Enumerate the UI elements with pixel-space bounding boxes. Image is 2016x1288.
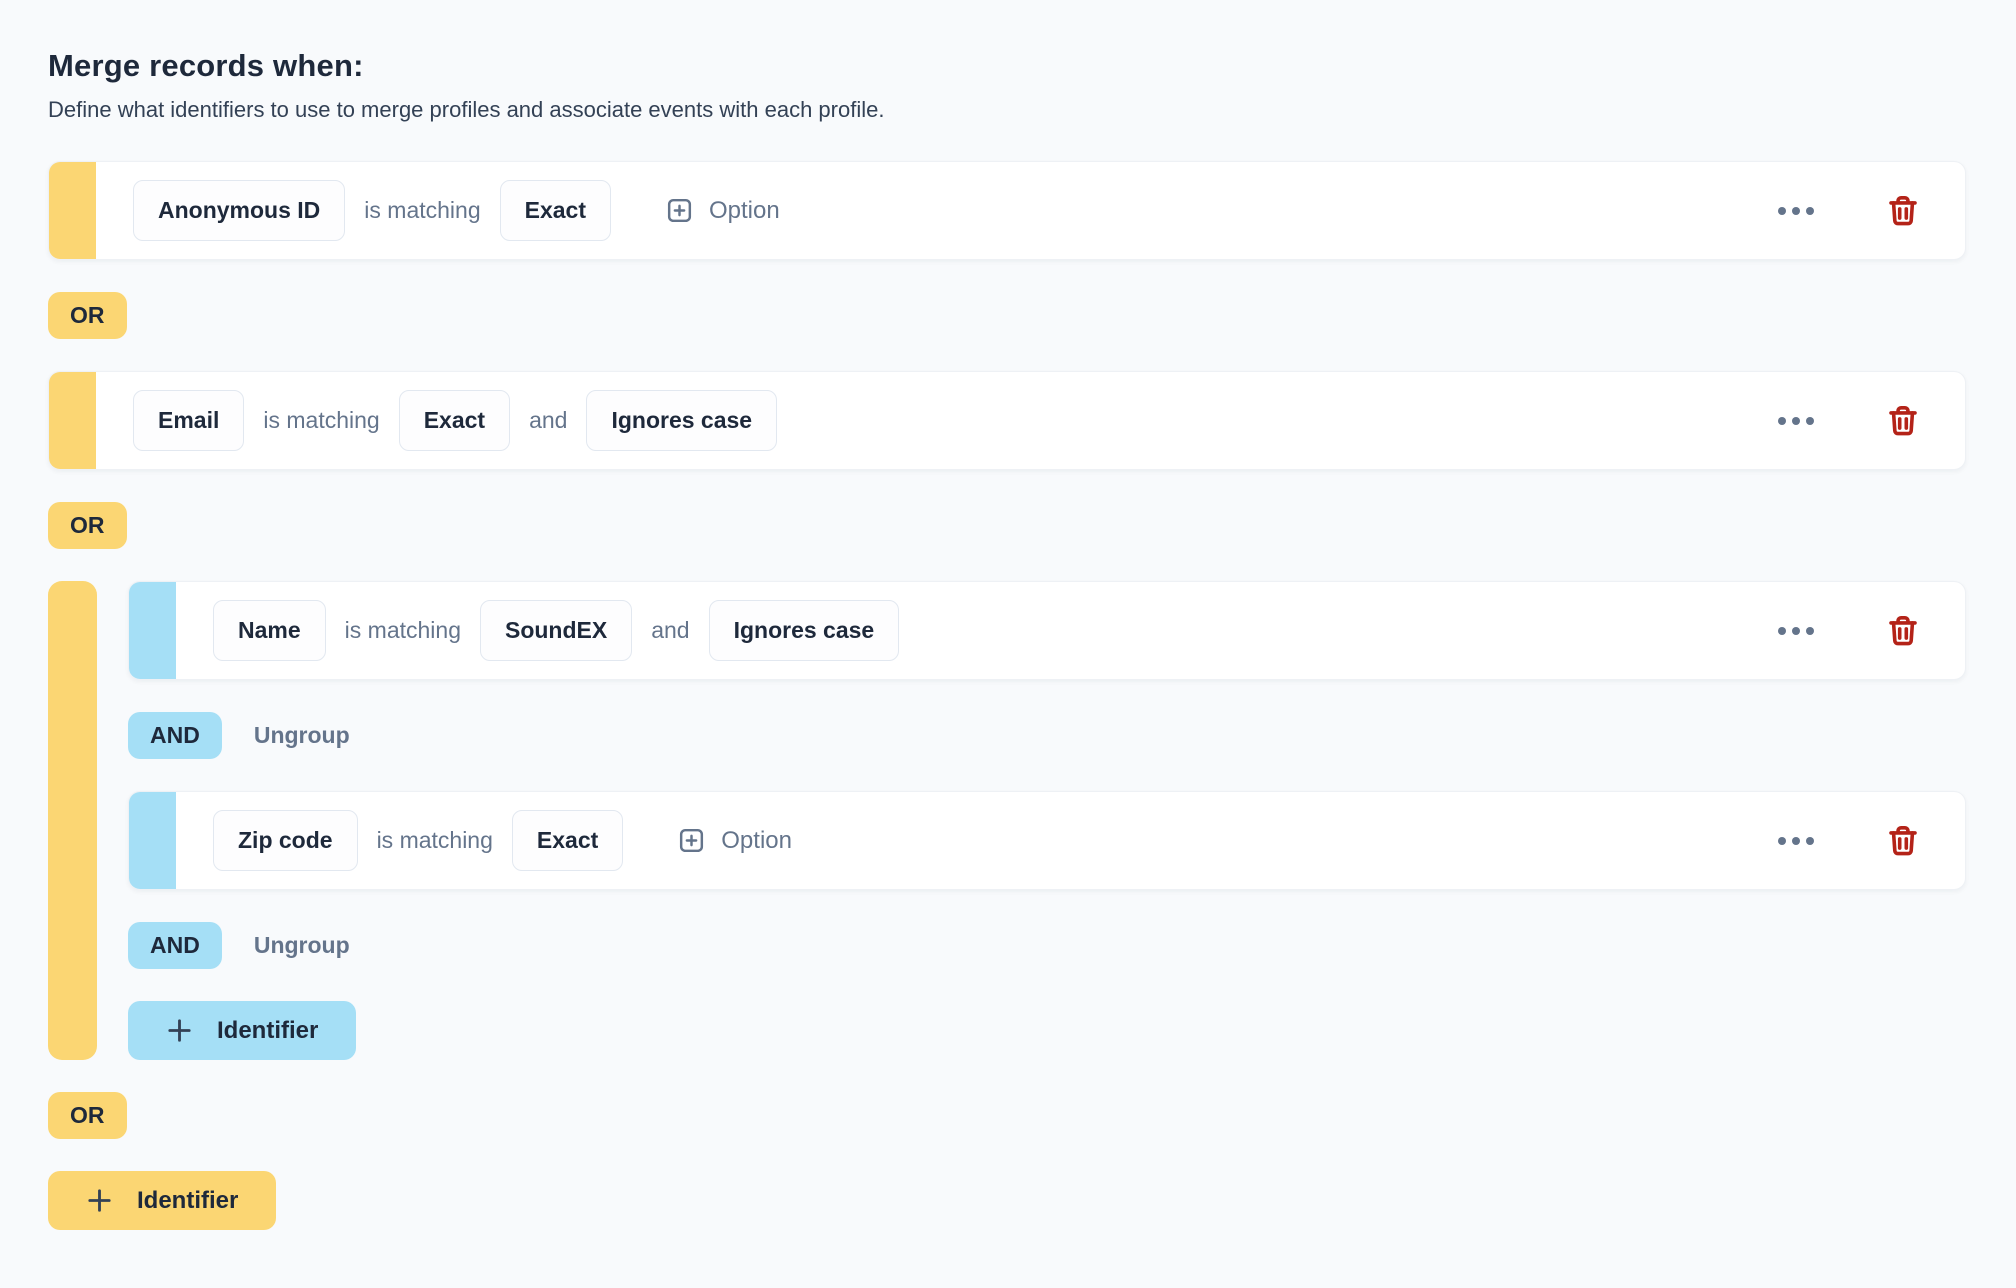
rule-body: Anonymous ID is matching Exact Option	[96, 162, 1965, 259]
add-option-label: Option	[709, 197, 780, 225]
modifier-chip[interactable]: Ignores case	[709, 600, 900, 661]
and-connector-badge[interactable]: AND	[128, 712, 222, 759]
and-connector-row: AND Ungroup	[128, 712, 350, 759]
plus-square-icon	[676, 825, 707, 856]
rule-body: Name is matching SoundEX and Ignores cas…	[176, 582, 1965, 679]
rule-builder: Anonymous ID is matching Exact Option	[48, 161, 1966, 1230]
conjunction-label: and	[651, 617, 689, 644]
rule-group: Name is matching SoundEX and Ignores cas…	[48, 581, 1966, 1060]
more-options-icon	[1778, 207, 1786, 215]
group-accent-bar	[48, 581, 97, 1060]
rule-accent-bar	[129, 792, 176, 889]
add-option-label: Option	[721, 827, 792, 855]
ungroup-button[interactable]: Ungroup	[254, 722, 350, 749]
group-content: Name is matching SoundEX and Ignores cas…	[128, 581, 1966, 1060]
more-options-icon	[1778, 417, 1786, 425]
and-connector-badge[interactable]: AND	[128, 922, 222, 969]
trash-icon	[1885, 823, 1921, 859]
rule-accent-bar	[49, 372, 96, 469]
delete-rule-button[interactable]	[1885, 823, 1921, 859]
rule-row-email: Email is matching Exact and Ignores case	[48, 371, 1966, 470]
trash-icon	[1885, 613, 1921, 649]
page-subtitle: Define what identifiers to use to merge …	[48, 97, 1966, 123]
or-connector-badge[interactable]: OR	[48, 292, 127, 339]
rule-row-zip-code: Zip code is matching Exact Option	[128, 791, 1966, 890]
rule-row-name: Name is matching SoundEX and Ignores cas…	[128, 581, 1966, 680]
rule-body: Zip code is matching Exact Option	[176, 792, 1965, 889]
rule-body: Email is matching Exact and Ignores case	[96, 372, 1965, 469]
delete-rule-button[interactable]	[1885, 193, 1921, 229]
add-identifier-in-group-button[interactable]: Identifier	[128, 1001, 356, 1060]
operator-label: is matching	[377, 827, 493, 854]
add-option-button[interactable]: Option	[676, 825, 792, 856]
add-identifier-label: Identifier	[217, 1017, 318, 1045]
more-options-button[interactable]	[1770, 829, 1822, 853]
identifier-chip[interactable]: Name	[213, 600, 326, 661]
conjunction-label: and	[529, 407, 567, 434]
or-connector-badge[interactable]: OR	[48, 502, 127, 549]
merge-settings-page: Merge records when: Define what identifi…	[0, 0, 2016, 1230]
trash-icon	[1885, 193, 1921, 229]
identifier-chip[interactable]: Email	[133, 390, 244, 451]
operator-label: is matching	[263, 407, 379, 434]
add-option-button[interactable]: Option	[664, 195, 780, 226]
rule-accent-bar	[129, 582, 176, 679]
delete-rule-button[interactable]	[1885, 613, 1921, 649]
match-type-chip[interactable]: Exact	[500, 180, 611, 241]
add-identifier-label: Identifier	[137, 1187, 238, 1215]
ungroup-button[interactable]: Ungroup	[254, 932, 350, 959]
identifier-chip[interactable]: Zip code	[213, 810, 358, 871]
modifier-chip[interactable]: Ignores case	[586, 390, 777, 451]
identifier-chip[interactable]: Anonymous ID	[133, 180, 345, 241]
match-type-chip[interactable]: SoundEX	[480, 600, 632, 661]
and-connector-row: AND Ungroup	[128, 922, 350, 969]
more-options-icon	[1778, 837, 1786, 845]
or-connector-badge[interactable]: OR	[48, 1092, 127, 1139]
operator-label: is matching	[345, 617, 461, 644]
plus-square-icon	[664, 195, 695, 226]
more-options-button[interactable]	[1770, 409, 1822, 433]
plus-icon	[84, 1185, 115, 1216]
more-options-button[interactable]	[1770, 619, 1822, 643]
more-options-button[interactable]	[1770, 199, 1822, 223]
page-title: Merge records when:	[48, 48, 1966, 84]
trash-icon	[1885, 403, 1921, 439]
match-type-chip[interactable]: Exact	[399, 390, 510, 451]
operator-label: is matching	[364, 197, 480, 224]
add-identifier-button[interactable]: Identifier	[48, 1171, 276, 1230]
plus-icon	[164, 1015, 195, 1046]
match-type-chip[interactable]: Exact	[512, 810, 623, 871]
delete-rule-button[interactable]	[1885, 403, 1921, 439]
rule-accent-bar	[49, 162, 96, 259]
rule-row-anonymous-id: Anonymous ID is matching Exact Option	[48, 161, 1966, 260]
more-options-icon	[1778, 627, 1786, 635]
